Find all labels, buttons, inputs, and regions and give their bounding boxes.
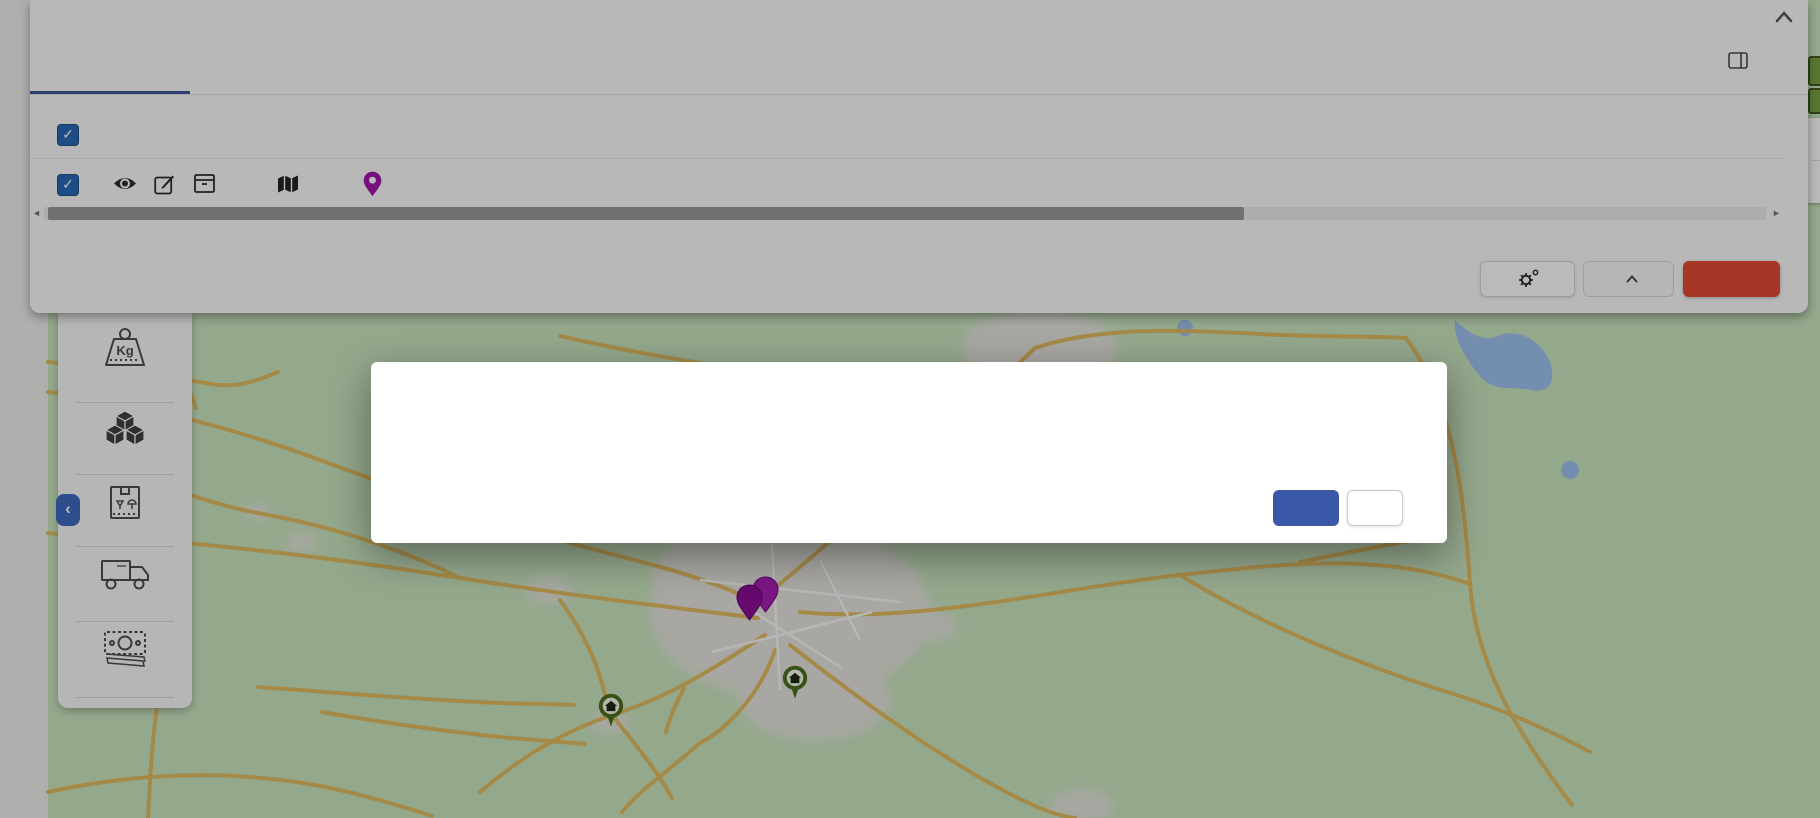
confirmation-dialog [371, 362, 1447, 543]
sim-button[interactable] [1273, 490, 1339, 526]
nao-button[interactable] [1347, 490, 1403, 526]
app-stage: Kg [0, 0, 1820, 818]
